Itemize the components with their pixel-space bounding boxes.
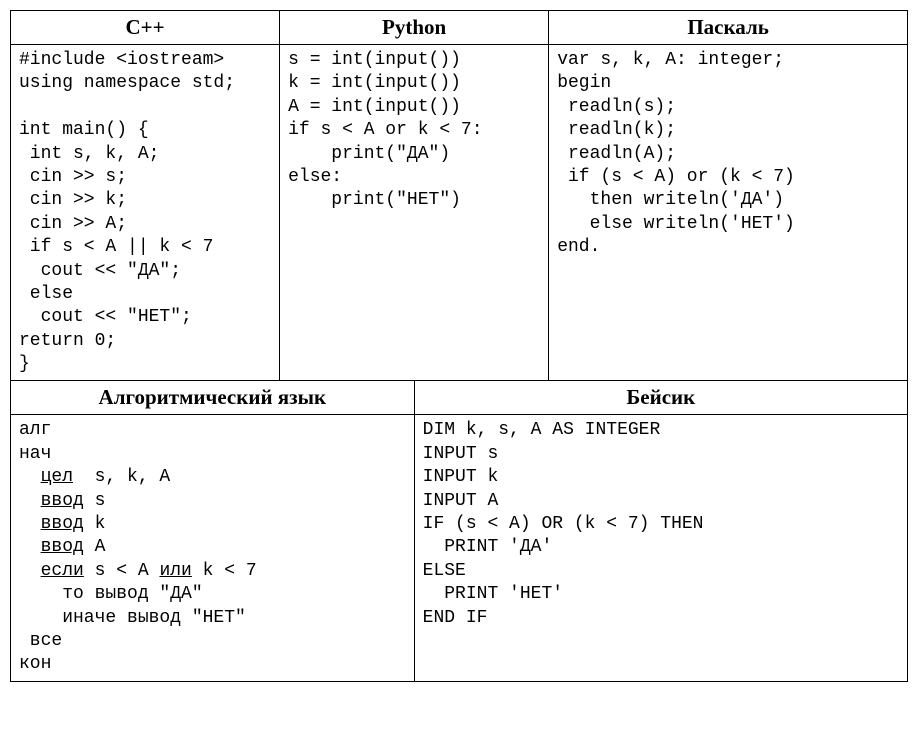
- code-algo: алг нач цел s, k, A ввод s ввод k ввод A…: [19, 419, 406, 676]
- header-algo: Алгоритмический язык: [11, 381, 415, 415]
- header-cpp: C++: [11, 11, 280, 45]
- code-python: s = int(input()) k = int(input()) A = in…: [288, 49, 540, 213]
- code-basic-cell: DIM k, s, A AS INTEGER INPUT s INPUT k I…: [414, 415, 907, 681]
- code-pascal-cell: var s, k, A: integer; begin readln(s); r…: [549, 45, 908, 381]
- header-pascal: Паскаль: [549, 11, 908, 45]
- algo-keyword: ввод: [41, 491, 84, 511]
- algo-keyword: ввод: [41, 514, 84, 534]
- algo-keyword: цел: [41, 467, 73, 487]
- code-table: C++ Python Паскаль #include <iostream> u…: [10, 10, 908, 682]
- code-cpp: #include <iostream> using namespace std;…: [19, 49, 271, 376]
- algo-keyword: если: [41, 561, 84, 581]
- header-basic: Бейсик: [414, 381, 907, 415]
- header-python: Python: [280, 11, 549, 45]
- code-algo-cell: алг нач цел s, k, A ввод s ввод k ввод A…: [11, 415, 415, 681]
- algo-keyword: ввод: [41, 537, 84, 557]
- code-pascal: var s, k, A: integer; begin readln(s); r…: [557, 49, 899, 260]
- code-basic: DIM k, s, A AS INTEGER INPUT s INPUT k I…: [423, 419, 899, 630]
- bottom-table: Алгоритмический язык Бейсик алг нач цел …: [10, 381, 908, 681]
- code-cpp-cell: #include <iostream> using namespace std;…: [11, 45, 280, 381]
- top-table: C++ Python Паскаль #include <iostream> u…: [10, 10, 908, 381]
- algo-keyword: или: [159, 561, 191, 581]
- code-python-cell: s = int(input()) k = int(input()) A = in…: [280, 45, 549, 381]
